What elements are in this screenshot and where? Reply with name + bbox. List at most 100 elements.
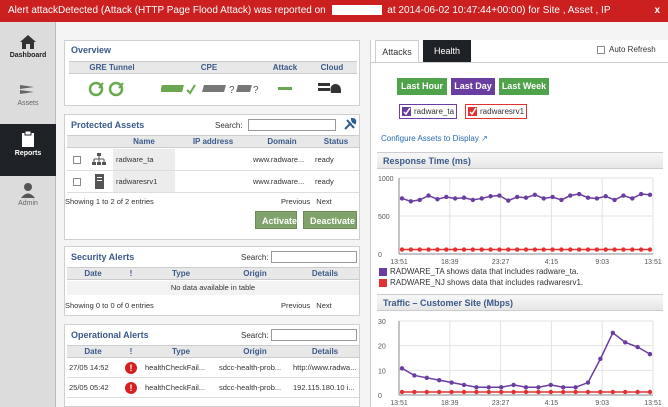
nav-item-admin[interactable]: Admin bbox=[0, 176, 56, 226]
data-point bbox=[585, 389, 591, 395]
data-point bbox=[561, 389, 566, 395]
data-point bbox=[523, 247, 529, 252]
error-icon: ! bbox=[125, 362, 137, 374]
overview-header: GRE Tunnel CPE Attack Cloud bbox=[69, 61, 357, 74]
y-tick-label: 10 bbox=[378, 368, 386, 375]
col-details[interactable]: Details bbox=[291, 268, 359, 281]
legend-label: RADWARE_TA shows data that includes radw… bbox=[390, 267, 579, 276]
alert-text-prefix: Alert attackDetected (Attack (HTTP Page … bbox=[8, 5, 326, 16]
data-point bbox=[559, 247, 564, 252]
data-point bbox=[470, 197, 476, 203]
last-hour-button[interactable]: Last Hour bbox=[397, 78, 447, 95]
data-point bbox=[576, 191, 582, 197]
table-row[interactable]: 27/05 14:52 ! healthCheckFail... sdcc-he… bbox=[67, 359, 359, 378]
last-week-button[interactable]: Last Week bbox=[499, 78, 549, 95]
data-point bbox=[585, 380, 591, 385]
home-icon bbox=[20, 35, 36, 49]
operational-table-header: Date ! Type Origin Details bbox=[67, 345, 359, 358]
col-severity[interactable]: ! bbox=[119, 346, 143, 359]
alert-bar: Alert attackDetected (Attack (HTTP Page … bbox=[0, 0, 668, 22]
col-name[interactable]: Name bbox=[113, 136, 175, 149]
data-point bbox=[585, 195, 591, 200]
legend-item-radware-nj: RADWARE_NJ shows data that includes radw… bbox=[379, 278, 583, 287]
col-domain[interactable]: Domain bbox=[251, 136, 313, 149]
data-point bbox=[598, 356, 603, 362]
nav-item-reports[interactable]: Reports bbox=[0, 124, 56, 176]
data-point bbox=[399, 366, 405, 371]
data-point bbox=[461, 389, 467, 395]
data-point bbox=[532, 192, 538, 197]
operational-search-input[interactable] bbox=[271, 329, 357, 341]
activate-button[interactable]: Activate bbox=[255, 211, 297, 229]
asset-chip-radware-ta[interactable]: radware_ta bbox=[399, 104, 457, 119]
data-point bbox=[647, 389, 653, 395]
wrench-icon[interactable] bbox=[343, 117, 357, 131]
last-day-button[interactable]: Last Day bbox=[451, 78, 495, 95]
security-alerts-panel: Security Alerts Search: Date ! Type Orig… bbox=[64, 246, 360, 316]
security-search-input[interactable] bbox=[271, 251, 357, 263]
traffic-chart: 13:51 18:39 23:27 4:15 9:03 13:51 30 20 10 0 bbox=[378, 319, 662, 407]
data-point bbox=[399, 196, 405, 201]
data-point bbox=[621, 193, 626, 198]
row-checkbox[interactable] bbox=[73, 178, 81, 186]
auto-refresh-checkbox[interactable] bbox=[597, 46, 605, 54]
data-point bbox=[541, 247, 546, 252]
security-entries-info: Showing 0 to 0 of 0 entries bbox=[65, 301, 154, 310]
nav-item-assets[interactable]: Assets bbox=[0, 76, 56, 126]
col-date[interactable]: Date bbox=[67, 346, 119, 359]
col-details[interactable]: Details bbox=[291, 346, 359, 359]
data-point bbox=[417, 197, 422, 203]
protected-assets-title: Protected Assets bbox=[71, 120, 145, 130]
data-point bbox=[638, 247, 644, 252]
chip-label: radware_ta bbox=[414, 107, 455, 116]
col-type[interactable]: Type bbox=[143, 268, 219, 281]
configure-assets-link[interactable]: Configure Assets to Display ↗ bbox=[381, 134, 488, 143]
col-date[interactable]: Date bbox=[67, 268, 119, 281]
col-origin[interactable]: Origin bbox=[219, 268, 291, 281]
security-alerts-title: Security Alerts bbox=[71, 252, 135, 262]
data-point bbox=[612, 247, 617, 252]
table-row[interactable]: radwaresrv1 www.radware... ready bbox=[67, 171, 359, 193]
data-point bbox=[573, 389, 578, 395]
data-point bbox=[621, 247, 626, 252]
data-point bbox=[449, 380, 454, 385]
alert-details: http://www.radwa... bbox=[293, 363, 357, 372]
data-point bbox=[474, 389, 479, 395]
y-tick-label: 30 bbox=[378, 319, 386, 326]
prev-button[interactable]: Previous bbox=[281, 301, 310, 310]
col-status[interactable]: Status bbox=[313, 136, 359, 149]
data-point bbox=[408, 199, 414, 204]
data-point bbox=[647, 351, 653, 357]
x-tick-label: 13:51 bbox=[644, 259, 662, 266]
tab-attacks[interactable]: Attacks bbox=[375, 40, 419, 62]
next-button[interactable]: Next bbox=[316, 197, 331, 206]
table-row[interactable]: radware_ta www.radware... ready bbox=[67, 149, 359, 171]
x-tick-label: 13:51 bbox=[644, 400, 662, 407]
data-point bbox=[576, 247, 582, 252]
tab-health[interactable]: Health bbox=[423, 40, 471, 62]
data-point bbox=[479, 196, 484, 201]
close-alert-button[interactable]: x bbox=[654, 0, 660, 22]
col-type[interactable]: Type bbox=[143, 346, 219, 359]
next-button[interactable]: Next bbox=[316, 301, 331, 310]
asset-chip-radwaresrv1[interactable]: radwaresrv1 bbox=[465, 104, 527, 119]
nav-item-dashboard[interactable]: Dashboard bbox=[0, 28, 56, 78]
health-panel: Attacks Health Auto Refresh Last Hour La… bbox=[370, 40, 668, 407]
y-tick-label: 500 bbox=[378, 214, 390, 221]
x-tick-label: 4:15 bbox=[545, 400, 559, 407]
row-checkbox[interactable] bbox=[73, 156, 81, 164]
data-point bbox=[444, 247, 449, 252]
data-point bbox=[647, 247, 653, 252]
data-point bbox=[488, 194, 493, 199]
network-icon bbox=[92, 153, 106, 165]
deactivate-button[interactable]: Deactivate bbox=[303, 211, 357, 229]
assets-search-input[interactable] bbox=[248, 119, 336, 131]
col-origin[interactable]: Origin bbox=[219, 346, 291, 359]
alert-origin: sdcc-health-prob... bbox=[219, 363, 282, 372]
col-ip-address[interactable]: IP address bbox=[175, 136, 251, 149]
prev-button[interactable]: Previous bbox=[281, 197, 310, 206]
data-point bbox=[541, 196, 546, 201]
response-time-chart: 13:51 18:39 23:27 4:15 9:03 13:51 1000 500 0 bbox=[378, 176, 662, 266]
col-severity[interactable]: ! bbox=[119, 268, 143, 281]
table-row[interactable]: 25/05 05:42 ! healthCheckFail... sdcc-he… bbox=[67, 379, 359, 398]
